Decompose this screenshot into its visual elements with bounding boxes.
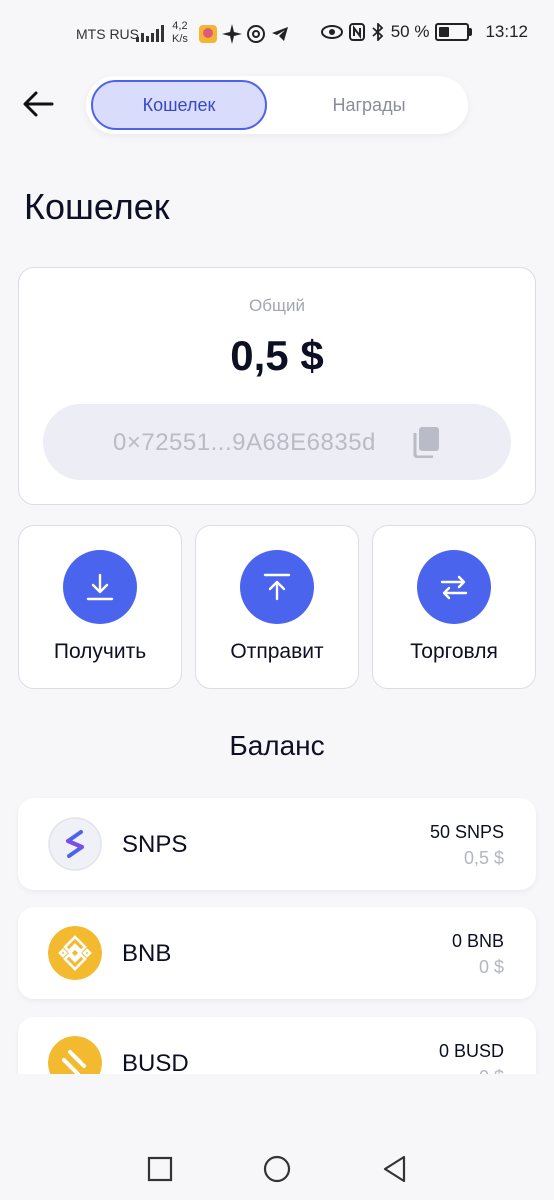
home-icon[interactable] — [262, 1154, 292, 1184]
token-symbol: SNPS — [122, 831, 188, 858]
token-row-busd[interactable]: BUSD 0 BUSD 0 $ — [18, 1017, 536, 1074]
send-button[interactable]: Отправит — [195, 525, 359, 689]
token-amount: 0 BUSD — [438, 1041, 504, 1061]
token-list: SNPS 50 SNPS 0,5 $ BNB 0 BNB 0 $ BUSD 0 … — [0, 790, 554, 1074]
receive-label: Получить — [53, 640, 147, 663]
token-symbol: BUSD — [122, 1050, 189, 1074]
network-speed: 4,2 K/s — [172, 20, 188, 46]
bnb-logo-icon — [48, 926, 102, 980]
wallet-address: 0×72551...9A68E6835d — [113, 429, 376, 456]
token-amount: 50 SNPS — [429, 822, 504, 842]
sparkle-icon — [222, 24, 242, 44]
back-arrow-icon[interactable] — [20, 86, 56, 122]
wallet-address-pill[interactable]: 0×72551...9A68E6835d — [43, 404, 511, 480]
send-label: Отправит — [230, 640, 324, 663]
bluetooth-icon — [372, 23, 384, 41]
speed-value: 4,2 — [172, 20, 188, 32]
tab-wallet[interactable]: Кошелек — [91, 80, 267, 130]
battery-percent: 50 % — [390, 22, 430, 41]
snps-logo-icon — [48, 817, 102, 871]
at-sign-icon — [247, 25, 265, 43]
trade-button[interactable]: Торговля — [372, 525, 536, 689]
token-usd-value: 0,5 $ — [463, 848, 504, 868]
busd-logo-icon — [48, 1036, 102, 1074]
carrier-label: MTS RUS — [76, 26, 139, 42]
page-title: Кошелек — [24, 186, 170, 227]
swap-icon — [440, 575, 468, 600]
total-balance-card: Общий 0,5 $ 0×72551...9A68E6835d — [18, 267, 536, 505]
token-amount: 0 BNB — [451, 931, 504, 951]
notification-icons — [198, 22, 290, 46]
trade-label: Торговля — [410, 640, 498, 663]
speed-unit: K/s — [172, 33, 188, 45]
receive-button[interactable]: Получить — [18, 525, 182, 689]
nfc-icon — [348, 23, 365, 41]
total-label: Общий — [249, 296, 305, 315]
token-row-snps[interactable]: SNPS 50 SNPS 0,5 $ — [18, 798, 536, 890]
token-symbol: BNB — [122, 940, 172, 967]
token-usd-value: 0 $ — [478, 957, 504, 977]
send-circle — [240, 550, 314, 624]
recent-apps-icon[interactable] — [145, 1154, 175, 1184]
status-bar: MTS RUS 4,2 K/s 50 % 13:12 — [0, 0, 554, 70]
tab-rewards[interactable]: Награды — [284, 80, 454, 130]
status-right: 50 % 13:12 — [320, 22, 528, 42]
signal-icon — [136, 25, 164, 42]
token-usd-value: 0 $ — [479, 1067, 504, 1074]
token-row-bnb[interactable]: BNB 0 BNB 0 $ — [18, 907, 536, 999]
balance-heading: Баланс — [229, 730, 325, 761]
battery-icon — [435, 23, 473, 41]
upload-icon — [263, 573, 291, 601]
download-icon — [86, 573, 114, 601]
clock: 13:12 — [485, 22, 528, 41]
copy-icon[interactable] — [411, 426, 441, 458]
tab-switcher: Кошелек Награды — [86, 76, 468, 134]
total-value: 0,5 $ — [230, 332, 324, 379]
nav-back-icon[interactable] — [380, 1154, 410, 1184]
eye-icon — [320, 25, 343, 39]
receive-circle — [63, 550, 137, 624]
app-notification-icon — [199, 25, 217, 43]
telegram-icon — [272, 27, 288, 41]
trade-circle — [417, 550, 491, 624]
